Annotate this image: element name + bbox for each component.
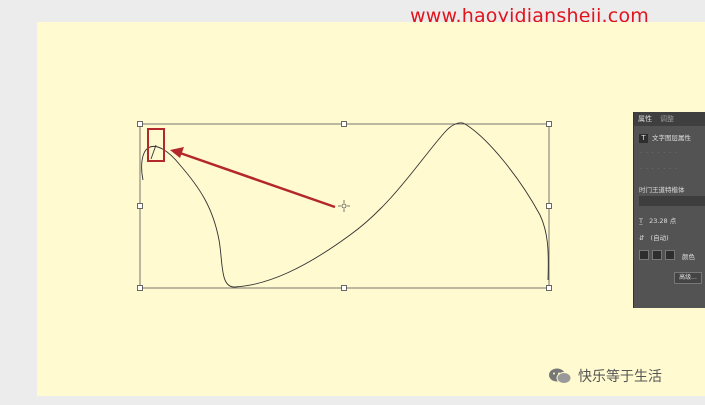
workspace-bottom-margin [0, 396, 705, 405]
transform-handle-middle-right[interactable] [546, 203, 552, 209]
color-label: 颜色 [682, 253, 695, 261]
transform-fields-placeholder: · · · · · · · [640, 150, 678, 157]
properties-panel: 属性 调整 T 文字图层属性 · · · · · · · · · · · · · … [633, 112, 705, 308]
transform-handle-top-middle[interactable] [341, 121, 347, 127]
transform-handle-bottom-left[interactable] [137, 285, 143, 291]
font-family-value[interactable]: 时门王道特楷体 [639, 186, 685, 194]
document-canvas[interactable] [37, 22, 705, 396]
align-left-button[interactable] [639, 250, 649, 260]
wechat-account-name: 快乐等于生活 [578, 369, 662, 385]
font-size-value[interactable]: 23.28 点 [649, 217, 676, 225]
font-size-icon: T̲ [639, 217, 643, 225]
transform-handle-top-right[interactable] [546, 121, 552, 127]
text-layer-label: 文字图层属性 [652, 134, 691, 142]
leading-icon: ⇵ [639, 234, 645, 242]
leading-value[interactable]: (自动) [651, 234, 669, 242]
align-center-button[interactable] [652, 250, 662, 260]
properties-tabs: 属性 调整 [634, 112, 705, 126]
advanced-button[interactable]: 高级... [674, 272, 702, 284]
align-right-button[interactable] [665, 250, 675, 260]
text-layer-properties-row: T 文字图层属性 [639, 132, 691, 143]
transform-handle-middle-left[interactable] [137, 203, 143, 209]
transform-handle-top-left[interactable] [137, 121, 143, 127]
transform-fields-placeholder-2: · · · · · · · [640, 166, 678, 173]
font-size-row[interactable]: T̲ 23.28 点 [639, 215, 676, 225]
leading-row[interactable]: ⇵ (自动) [639, 232, 669, 242]
transform-handle-bottom-middle[interactable] [341, 285, 347, 291]
wechat-watermark: 快乐等于生活 [548, 366, 662, 386]
transform-handle-bottom-right[interactable] [546, 285, 552, 291]
wechat-icon [549, 368, 572, 384]
font-style-field[interactable] [639, 196, 705, 206]
canvas-drawing[interactable] [0, 0, 705, 405]
tab-properties[interactable]: 属性 [634, 114, 656, 124]
font-family-row[interactable]: 时门王道特楷体 [639, 184, 685, 194]
text-tool-icon: T [639, 134, 648, 143]
tab-adjust[interactable]: 调整 [656, 114, 678, 124]
